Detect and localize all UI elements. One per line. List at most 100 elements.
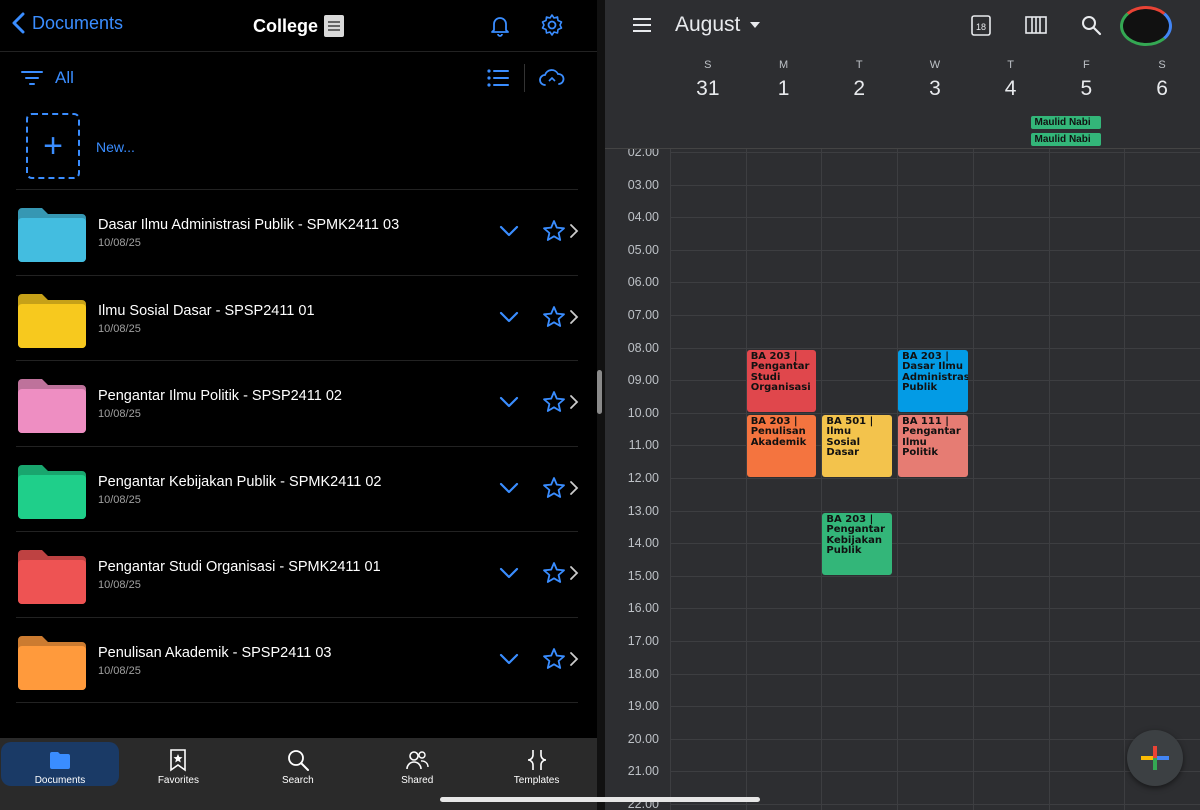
calendar-event[interactable]: BA 111 | Pengantar Ilmu Politik xyxy=(898,414,968,477)
search-icon[interactable] xyxy=(1079,13,1103,37)
month-selector[interactable]: August xyxy=(675,13,761,37)
hour-gridline xyxy=(670,738,1200,740)
gear-icon[interactable] xyxy=(540,13,564,37)
hour-gridline xyxy=(670,412,1200,414)
tab-search[interactable]: Search xyxy=(239,742,357,786)
chevron-right-icon[interactable] xyxy=(568,565,580,581)
day-header[interactable]: W 3 xyxy=(897,55,973,101)
day-column-line xyxy=(745,149,747,810)
chevron-down-icon[interactable] xyxy=(498,391,520,413)
day-letter: F xyxy=(1082,59,1090,71)
day-header[interactable]: F 5 xyxy=(1049,55,1125,101)
calendar-event[interactable]: BA 203 | Pengantar Kebijakan Publik xyxy=(822,512,893,575)
hour-gridline xyxy=(670,184,1200,186)
hour-gridline xyxy=(670,282,1200,284)
chevron-right-icon[interactable] xyxy=(568,651,580,667)
star-icon[interactable] xyxy=(542,390,566,414)
day-header[interactable]: S 31 xyxy=(670,55,746,101)
chevron-down-icon[interactable] xyxy=(498,562,520,584)
search-icon xyxy=(287,750,309,771)
chevron-down-icon[interactable] xyxy=(498,648,520,670)
folder-name: Penulisan Akademik - SPSP2411 03 xyxy=(98,644,332,661)
star-icon[interactable] xyxy=(542,305,566,329)
day-header[interactable]: S 6 xyxy=(1124,55,1200,101)
tab-templates[interactable]: Templates xyxy=(478,742,596,786)
new-label[interactable]: New... xyxy=(96,139,135,155)
all-day-row: Maulid Nabi Maulid Nabi xyxy=(605,116,1200,149)
tab-label: Search xyxy=(281,775,314,786)
hour-label: 10.00 xyxy=(627,405,659,420)
day-letter: S xyxy=(704,59,712,71)
bookmark-star-icon xyxy=(170,749,187,772)
day-header[interactable]: T 2 xyxy=(821,55,897,101)
hour-gridline xyxy=(670,673,1200,675)
hour-label: 17.00 xyxy=(627,634,659,648)
split-grip-handle[interactable] xyxy=(597,370,602,414)
create-event-button[interactable] xyxy=(1127,730,1183,786)
star-icon[interactable] xyxy=(542,561,566,585)
cloud-sync-icon[interactable] xyxy=(538,66,566,90)
day-header[interactable]: T 4 xyxy=(973,55,1049,101)
hour-gridline xyxy=(670,510,1200,512)
calendar-grid[interactable]: 02.00 03.00 04.00 05.00 06.00 07.00 08.00 09.00… xyxy=(605,149,1200,810)
chevron-right-icon[interactable] xyxy=(568,394,580,410)
star-icon[interactable] xyxy=(542,219,566,243)
chevron-right-icon[interactable] xyxy=(568,480,580,496)
hour-label: 18.00 xyxy=(627,666,659,681)
chevron-down-icon[interactable] xyxy=(498,477,520,499)
hour-gridline xyxy=(670,315,1200,316)
documents-pane: Documents College All + New... Dasar Ilm… xyxy=(0,0,597,810)
star-icon[interactable] xyxy=(542,476,566,500)
hour-label: 08.00 xyxy=(627,340,659,355)
chevron-down-icon[interactable] xyxy=(498,306,520,328)
menu-icon[interactable] xyxy=(631,14,653,36)
folder-row[interactable]: Pengantar Ilmu Politik - SPSP2411 02 10/… xyxy=(16,361,580,447)
hour-gridline xyxy=(670,347,1200,349)
calendar-event[interactable]: BA 203 | Penulisan Akademik xyxy=(746,414,817,477)
folder-icon xyxy=(18,550,86,604)
day-header[interactable]: M 1 xyxy=(746,55,822,101)
folder-row[interactable]: Pengantar Studi Organisasi - SPMK2411 01… xyxy=(16,532,580,618)
home-indicator[interactable] xyxy=(440,797,760,802)
tab-shared[interactable]: Shared xyxy=(358,742,476,786)
hour-label: 11.00 xyxy=(628,438,659,453)
hour-label: 03.00 xyxy=(627,177,659,192)
calendar-event[interactable]: BA 203 | Dasar Ilmu Administrasi Publik xyxy=(898,349,968,412)
hour-label: 07.00 xyxy=(627,308,659,322)
hour-label: 05.00 xyxy=(627,242,659,257)
day-letter: S xyxy=(1158,59,1166,71)
day-number: 2 xyxy=(853,77,866,100)
folder-row[interactable]: Penulisan Akademik - SPSP2411 03 10/08/2… xyxy=(16,618,580,703)
chevron-down-icon[interactable] xyxy=(498,220,520,242)
all-day-event[interactable]: Maulid Nabi xyxy=(1030,133,1101,146)
filter-icon[interactable] xyxy=(20,68,44,88)
list-view-icon[interactable] xyxy=(486,67,510,89)
hour-label: 14.00 xyxy=(627,536,659,551)
tab-favorites[interactable]: Favorites xyxy=(119,742,237,786)
folder-row[interactable]: Pengantar Kebijakan Publik - SPMK2411 02… xyxy=(16,447,580,532)
filter-label[interactable]: All xyxy=(55,68,74,88)
documents-header: Documents College xyxy=(0,0,597,52)
hour-gridline xyxy=(670,608,1200,610)
chevron-right-icon[interactable] xyxy=(568,309,580,325)
today-icon[interactable]: 18 xyxy=(969,13,993,37)
new-document-row[interactable]: + New... xyxy=(16,104,578,190)
calendar-event[interactable]: BA 203 | Pengantar Studi Organisasi xyxy=(746,349,817,412)
new-document-button[interactable]: + xyxy=(26,113,80,179)
tab-label: Shared xyxy=(401,775,434,786)
folder-list: Dasar Ilmu Administrasi Publik - SPMK241… xyxy=(16,190,580,703)
hour-gridline xyxy=(670,804,1200,805)
folder-row[interactable]: Dasar Ilmu Administrasi Publik - SPMK241… xyxy=(16,190,580,276)
today-badge: 18 xyxy=(976,22,986,32)
folder-row[interactable]: Ilmu Sosial Dasar - SPSP2411 01 10/08/25 xyxy=(16,276,580,361)
star-icon[interactable] xyxy=(542,647,566,671)
chevron-right-icon[interactable] xyxy=(568,223,580,239)
tab-label: Templates xyxy=(513,775,560,786)
account-avatar[interactable] xyxy=(1120,6,1172,46)
tab-documents[interactable]: Documents xyxy=(1,742,119,786)
calendar-event[interactable]: BA 501 | Ilmu Sosial Dasar xyxy=(822,414,893,477)
all-day-event[interactable]: Maulid Nabi xyxy=(1030,116,1101,129)
bell-icon[interactable] xyxy=(488,13,512,37)
tab-label: Documents xyxy=(34,775,86,786)
week-view-icon[interactable] xyxy=(1024,14,1048,36)
